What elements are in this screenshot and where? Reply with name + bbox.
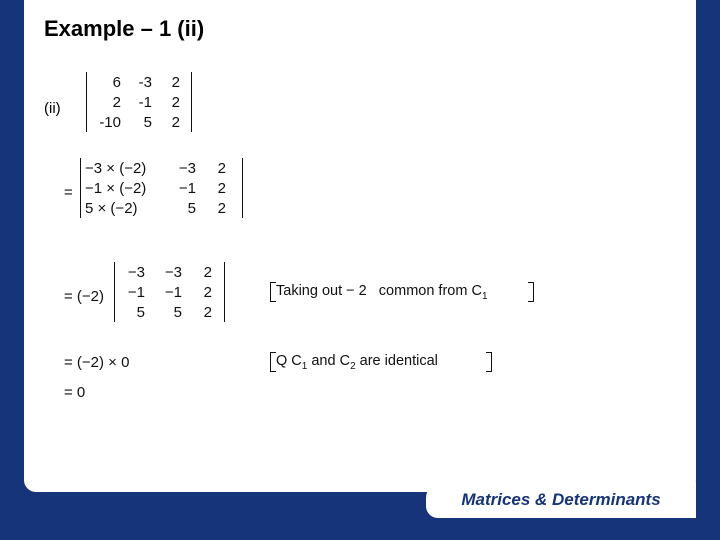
- step3-eq: = (−2): [64, 288, 104, 305]
- det3-c: 5: [156, 304, 182, 321]
- det3-c: −3: [119, 264, 145, 281]
- comment-text: Taking out − 2: [276, 283, 367, 299]
- det1-c: 6: [91, 74, 121, 91]
- det3-c: 2: [196, 264, 212, 281]
- det1-c: -3: [128, 74, 152, 91]
- step2-eq: =: [64, 184, 73, 201]
- step4-eq: = (−2) × 0: [64, 354, 129, 371]
- det3-c: 5: [119, 304, 145, 321]
- comment-sub: 1: [482, 291, 488, 302]
- part-label: (ii): [44, 100, 61, 117]
- det1-c: 2: [164, 94, 180, 111]
- det3-c: 2: [196, 284, 212, 301]
- det2-c: −1: [170, 180, 196, 197]
- det2-c: 2: [210, 160, 226, 177]
- det2-c: 5 × (−2): [85, 200, 157, 217]
- comment-step3: Taking out − 2 common from C1: [276, 283, 488, 302]
- footer-tab: Matrices & Determinants: [426, 482, 696, 518]
- det2-c: −3: [170, 160, 196, 177]
- math-content: 6 -3 2 2 -1 2 -10 5 2 = −3 × (−2) −3 2 −…: [86, 72, 676, 452]
- det2-c: 5: [170, 200, 196, 217]
- det3-c: −1: [119, 284, 145, 301]
- det2-c: 2: [210, 200, 226, 217]
- slide-title: Example – 1 (ii): [44, 16, 676, 42]
- comment-step4: Q C1 and C2 are identical: [276, 353, 438, 372]
- det1-c: -10: [91, 114, 121, 131]
- comment-text: and C: [307, 353, 350, 369]
- det1-c: 2: [164, 74, 180, 91]
- det3-c: −3: [156, 264, 182, 281]
- det2-c: −1 × (−2): [85, 180, 157, 197]
- comment-text: Q C: [276, 353, 302, 369]
- det1-c: 5: [128, 114, 152, 131]
- footer-label: Matrices & Determinants: [461, 490, 660, 510]
- det1-c: -1: [128, 94, 152, 111]
- det2-c: 2: [210, 180, 226, 197]
- comment-text: are identical: [356, 353, 438, 369]
- det2-c: −3 × (−2): [85, 160, 157, 177]
- det3-c: −1: [156, 284, 182, 301]
- slide-body: Example – 1 (ii) (ii) 6 -3 2 2 -1 2 -10 …: [24, 0, 696, 492]
- comment-text: common from C: [379, 283, 482, 299]
- det3-c: 2: [196, 304, 212, 321]
- step5-eq: = 0: [64, 384, 85, 401]
- det1-c: 2: [164, 114, 180, 131]
- det1-c: 2: [91, 94, 121, 111]
